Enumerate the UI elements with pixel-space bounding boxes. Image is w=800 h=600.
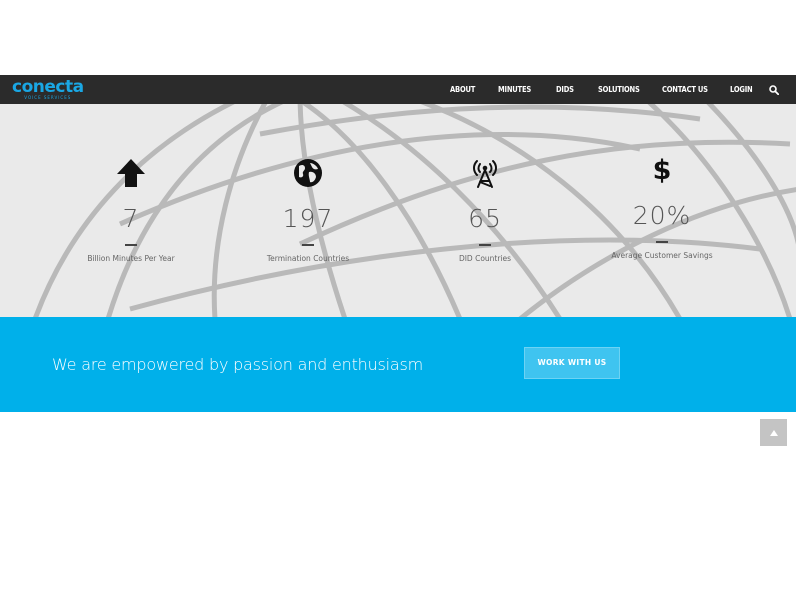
cta-band: We are empowered by passion and enthusia… [0,317,796,412]
stat-termination-countries: 197 Termination Countries [233,104,383,317]
search-icon [769,84,779,95]
cta-headline: We are empowered by passion and enthusia… [52,355,424,374]
antenna-icon [473,160,497,188]
stat-label: Billion Minutes Per Year [87,254,175,263]
search-button[interactable] [766,75,782,104]
stat-divider [656,241,668,243]
stat-value: 20% [632,201,692,230]
stat-label: Average Customer Savings [611,251,713,260]
nav-item-about[interactable]: ABOUT [450,75,475,104]
top-navbar: conecta VOICE SERVICES ABOUT MINUTES DID… [0,75,796,104]
stat-value: 197 [282,204,334,233]
nav-item-minutes[interactable]: MINUTES [498,75,531,104]
stat-value: 7 [122,204,140,233]
nav-item-login[interactable]: LOGIN [730,75,753,104]
nav-item-solutions[interactable]: SOLUTIONS [598,75,640,104]
stat-minutes: 7 Billion Minutes Per Year [56,104,206,317]
stat-value: 65 [468,204,502,233]
stat-label: Termination Countries [266,254,350,263]
chevron-up-icon [769,429,778,436]
nav-menu: ABOUT MINUTES DIDS SOLUTIONS CONTACT US … [0,75,796,104]
stat-customer-savings: $ 20% Average Customer Savings [587,104,737,317]
arrow-up-icon [117,159,145,187]
globe-icon [294,159,322,187]
stats-section: 7 Billion Minutes Per Year 197 Terminati… [0,104,796,317]
back-to-top-button[interactable] [760,419,787,446]
stat-did-countries: 65 DID Countries [410,104,560,317]
stat-label: DID Countries [458,254,512,263]
svg-text:$: $ [653,155,672,184]
nav-item-contact-us[interactable]: CONTACT US [662,75,708,104]
page: conecta VOICE SERVICES ABOUT MINUTES DID… [0,0,800,600]
stat-divider [479,244,491,246]
dollar-icon: $ [653,155,672,184]
nav-item-dids[interactable]: DIDS [556,75,574,104]
stat-divider [302,244,314,246]
stat-divider [125,244,137,246]
work-with-us-button[interactable]: WORK WITH US [524,347,620,379]
